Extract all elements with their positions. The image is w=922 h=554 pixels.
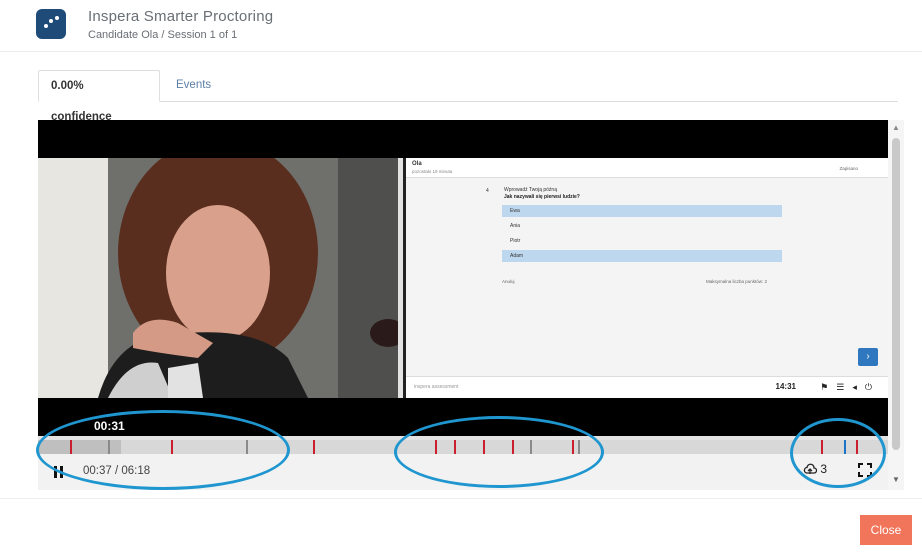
candidate-screen-share: Ola pozostało 19 minuta Zapisano 4 Wprow… bbox=[403, 158, 888, 398]
scroll-up-icon[interactable]: ▲ bbox=[892, 123, 900, 132]
inspera-logo-icon bbox=[36, 9, 66, 39]
tab-events[interactable]: Events bbox=[164, 70, 223, 102]
app-title: Inspera Smarter Proctoring bbox=[88, 8, 274, 25]
letterbox-top bbox=[38, 120, 888, 158]
question-intro: Wprowadź Twoją późną bbox=[504, 187, 557, 193]
quiz-taskbar: inspera assessment 14:31 ⚑☰◂⏻ bbox=[406, 376, 888, 398]
timeline-event-marker[interactable] bbox=[313, 440, 315, 454]
webcam-frame-image bbox=[38, 158, 398, 398]
session-subtitle: Candidate Ola / Session 1 of 1 bbox=[88, 29, 238, 41]
annotation-ring-right bbox=[790, 418, 886, 488]
taskbar-clock: 14:31 bbox=[775, 382, 796, 391]
next-arrow-icon: › bbox=[858, 348, 878, 366]
scrollbar[interactable]: ▲ ▼ bbox=[888, 120, 904, 490]
close-button[interactable]: Close bbox=[860, 515, 912, 545]
save-status: Zapisano bbox=[839, 166, 858, 171]
taskbar-icons: ⚑☰◂⏻ bbox=[820, 382, 880, 392]
answer-option: Piotr bbox=[510, 238, 521, 244]
tab-confidence[interactable]: 0.00% confidence bbox=[38, 70, 160, 123]
annotation-ring-middle bbox=[394, 416, 604, 488]
quiz-footer-left: Anuluj bbox=[502, 279, 515, 284]
question-number: 4 bbox=[486, 188, 489, 194]
answer-option: Adam bbox=[502, 250, 782, 262]
answer-option: Ewa bbox=[502, 205, 782, 217]
max-points: Maksymalna liczba punktów: 2 bbox=[706, 279, 768, 284]
tab-bar: 0.00% confidence Events bbox=[38, 70, 898, 123]
webcam-video bbox=[38, 158, 398, 398]
answer-option: Ania bbox=[510, 223, 521, 229]
quiz-header: Ola pozostało 19 minuta Zapisano bbox=[406, 158, 888, 178]
app-header: Inspera Smarter Proctoring Candidate Ola… bbox=[0, 0, 922, 52]
scroll-down-icon[interactable]: ▼ bbox=[892, 475, 900, 484]
time-remaining: pozostało 19 minuta bbox=[412, 169, 453, 174]
inspera-brand: inspera assessment bbox=[414, 384, 459, 390]
question-text: Jak nazywali się pierwsi ludzie? bbox=[504, 194, 580, 200]
scrollbar-thumb[interactable] bbox=[892, 138, 900, 450]
footer-divider bbox=[0, 498, 922, 499]
candidate-name: Ola bbox=[412, 161, 422, 167]
annotation-ring-left bbox=[36, 410, 290, 490]
